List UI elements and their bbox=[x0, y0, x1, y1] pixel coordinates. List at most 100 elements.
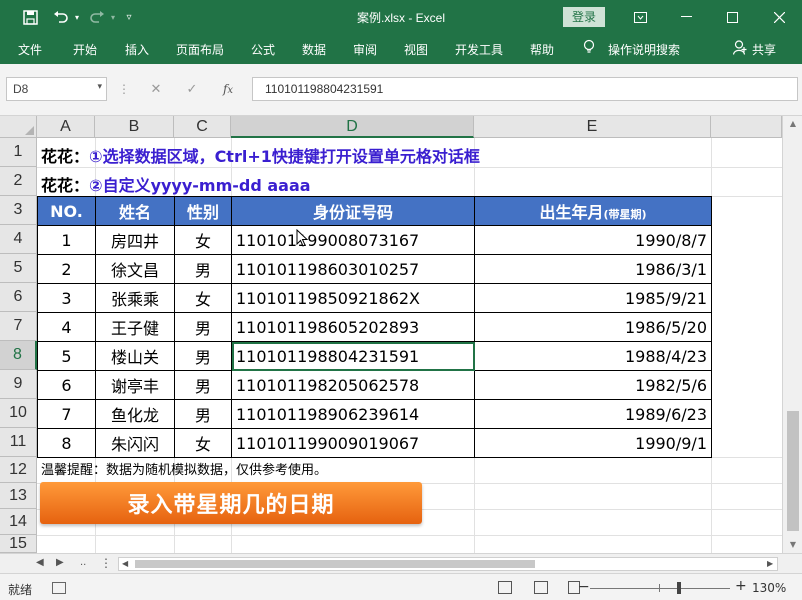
tab-help[interactable]: 帮助 bbox=[530, 41, 554, 58]
zoom-level[interactable]: 130% bbox=[752, 581, 786, 595]
cell-name[interactable]: 楼山关 bbox=[95, 341, 175, 371]
tip-text[interactable]: 温馨提醒：数据为随机模拟数据，仅供参考使用。 bbox=[41, 459, 327, 478]
cell-id[interactable]: 110101198605202893 bbox=[231, 312, 475, 342]
cancel-entry-icon[interactable]: ✕ bbox=[138, 82, 174, 97]
row-header-15[interactable]: 15 bbox=[0, 535, 37, 553]
cell-gender[interactable]: 男 bbox=[174, 370, 232, 400]
cell-no[interactable]: 5 bbox=[37, 341, 96, 371]
header-birth[interactable]: 出生年月(带星期) bbox=[474, 196, 712, 226]
note-line-1[interactable]: 花花：①选择数据区域，Ctrl+1快捷键打开设置单元格对话框 bbox=[41, 143, 480, 167]
col-header-b[interactable]: B bbox=[95, 116, 174, 138]
zoom-slider-thumb[interactable] bbox=[677, 582, 681, 594]
customize-qat-icon[interactable]: ▿ bbox=[120, 0, 138, 34]
formula-input[interactable]: 110101198804231591 bbox=[252, 77, 798, 101]
undo-icon[interactable] bbox=[50, 0, 72, 34]
cell-gender[interactable]: 男 bbox=[174, 312, 232, 342]
share-button[interactable]: 共享 bbox=[752, 41, 776, 58]
page-layout-view-icon[interactable] bbox=[534, 581, 548, 594]
col-header-f[interactable] bbox=[711, 116, 782, 138]
tell-me-search[interactable]: 操作说明搜索 bbox=[608, 41, 680, 58]
tab-formulas[interactable]: 公式 bbox=[251, 41, 275, 58]
scroll-right-icon[interactable]: ▶ bbox=[767, 559, 773, 568]
tab-insert[interactable]: 插入 bbox=[125, 41, 149, 58]
note-line-2[interactable]: 花花：②自定义yyyy-mm-dd aaaa bbox=[41, 172, 311, 196]
header-id[interactable]: 身份证号码 bbox=[231, 196, 475, 226]
row-header-4[interactable]: 4 bbox=[0, 225, 37, 254]
cell-no[interactable]: 7 bbox=[37, 399, 96, 429]
row-header-12[interactable]: 12 bbox=[0, 457, 37, 483]
col-header-d[interactable]: D bbox=[231, 116, 474, 138]
row-header-9[interactable]: 9 bbox=[0, 370, 37, 399]
normal-view-icon[interactable] bbox=[498, 581, 512, 594]
cell-id[interactable]: 110101198205062578 bbox=[231, 370, 475, 400]
cell-no[interactable]: 8 bbox=[37, 428, 96, 458]
macro-record-icon[interactable] bbox=[52, 582, 66, 594]
row-header-14[interactable]: 14 bbox=[0, 509, 37, 535]
undo-dropdown-icon[interactable]: ▾ bbox=[72, 0, 82, 34]
cell-gender[interactable]: 男 bbox=[174, 399, 232, 429]
cell-birth[interactable]: 1985/9/21 bbox=[474, 283, 712, 313]
cell-no[interactable]: 4 bbox=[37, 312, 96, 342]
save-icon[interactable] bbox=[18, 0, 42, 34]
header-gender[interactable]: 性别 bbox=[174, 196, 232, 226]
cell-name[interactable]: 王子健 bbox=[95, 312, 175, 342]
row-header-3[interactable]: 3 bbox=[0, 196, 37, 225]
cell-name[interactable]: 朱闪闪 bbox=[95, 428, 175, 458]
row-header-1[interactable]: 1 bbox=[0, 138, 37, 167]
horizontal-scroll-thumb[interactable] bbox=[135, 560, 535, 568]
row-header-10[interactable]: 10 bbox=[0, 399, 37, 428]
row-header-7[interactable]: 7 bbox=[0, 312, 37, 341]
lightbulb-icon[interactable] bbox=[583, 39, 595, 58]
zoom-out-icon[interactable]: − bbox=[578, 579, 590, 595]
cell-birth[interactable]: 1990/8/7 bbox=[474, 225, 712, 255]
cell-name[interactable]: 房四井 bbox=[95, 225, 175, 255]
ribbon-display-options-icon[interactable] bbox=[617, 0, 663, 34]
cell-name[interactable]: 徐文昌 bbox=[95, 254, 175, 284]
cell-birth[interactable]: 1988/4/23 bbox=[474, 341, 712, 371]
row-header-2[interactable]: 2 bbox=[0, 167, 37, 196]
cell-no[interactable]: 1 bbox=[37, 225, 96, 255]
cell-name[interactable]: 张乘乘 bbox=[95, 283, 175, 313]
confirm-entry-icon[interactable]: ✓ bbox=[174, 82, 210, 97]
cell-no[interactable]: 6 bbox=[37, 370, 96, 400]
cell-birth[interactable]: 1990/9/1 bbox=[474, 428, 712, 458]
cell-id[interactable]: 110101198603010257 bbox=[231, 254, 475, 284]
header-name[interactable]: 姓名 bbox=[95, 196, 175, 226]
cell-name[interactable]: 鱼化龙 bbox=[95, 399, 175, 429]
share-user-icon[interactable] bbox=[732, 40, 747, 58]
horizontal-scrollbar[interactable]: ◀ ▶ bbox=[118, 557, 778, 571]
maximize-icon[interactable] bbox=[709, 0, 755, 34]
tab-home[interactable]: 开始 bbox=[73, 41, 97, 58]
cell-birth[interactable]: 1989/6/23 bbox=[474, 399, 712, 429]
cell-birth[interactable]: 1986/5/20 bbox=[474, 312, 712, 342]
col-header-a[interactable]: A bbox=[37, 116, 95, 138]
sheet-prev-icon[interactable]: ◀ bbox=[36, 557, 44, 568]
cell-gender[interactable]: 男 bbox=[174, 341, 232, 371]
cell-gender[interactable]: 男 bbox=[174, 254, 232, 284]
sheet-next-icon[interactable]: ▶ bbox=[56, 557, 64, 568]
tab-file[interactable]: 文件 bbox=[18, 41, 42, 58]
zoom-in-icon[interactable]: + bbox=[735, 578, 747, 594]
row-header-11[interactable]: 11 bbox=[0, 428, 37, 457]
cell-id-selected[interactable]: 110101198804231591 bbox=[231, 341, 475, 371]
cell-id[interactable]: 110101199009019067 bbox=[231, 428, 475, 458]
login-button[interactable]: 登录 bbox=[563, 7, 605, 27]
scroll-left-icon[interactable]: ◀ bbox=[122, 559, 128, 568]
row-header-5[interactable]: 5 bbox=[0, 254, 37, 283]
zoom-slider[interactable] bbox=[590, 588, 730, 589]
tab-developer[interactable]: 开发工具 bbox=[455, 41, 503, 58]
tab-view[interactable]: 视图 bbox=[404, 41, 428, 58]
cell-gender[interactable]: 女 bbox=[174, 428, 232, 458]
redo-dropdown-icon[interactable]: ▾ bbox=[108, 0, 118, 34]
redo-icon[interactable] bbox=[86, 0, 108, 34]
select-all-corner[interactable] bbox=[0, 116, 37, 138]
col-header-e[interactable]: E bbox=[474, 116, 711, 138]
name-box[interactable]: D8 ▾ bbox=[6, 77, 107, 101]
tab-page-layout[interactable]: 页面布局 bbox=[176, 41, 224, 58]
cell-id[interactable]: 110101199008073167 bbox=[231, 225, 475, 255]
insert-function-icon[interactable]: fx bbox=[210, 82, 246, 96]
scroll-up-icon[interactable]: ▲ bbox=[783, 119, 802, 128]
cell-id[interactable]: 110101198906239614 bbox=[231, 399, 475, 429]
header-no[interactable]: NO. bbox=[37, 196, 96, 226]
name-box-dropdown-icon[interactable]: ▾ bbox=[97, 81, 102, 92]
